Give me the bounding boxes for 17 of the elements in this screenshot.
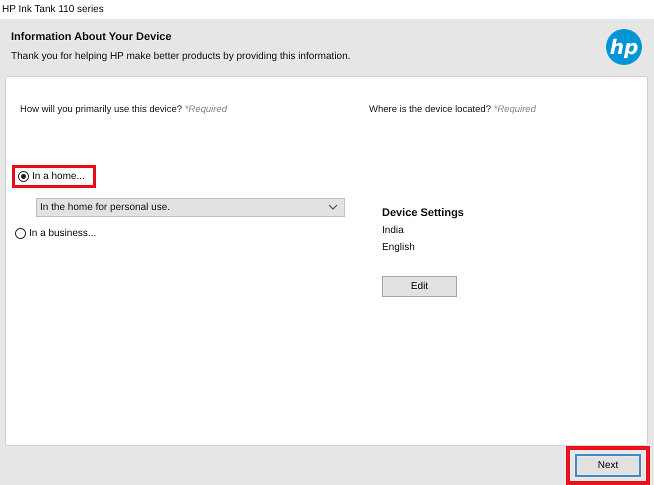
next-button[interactable]: Next (575, 454, 641, 477)
usage-dropdown[interactable]: In the home for personal use. (36, 198, 345, 217)
radio-option[interactable]: In a home... (18, 170, 85, 182)
setting-value: India (382, 224, 404, 236)
radio-button-icon[interactable] (15, 228, 26, 239)
radio-button-icon[interactable] (18, 170, 29, 182)
page-subtitle: Thank you for helping HP make better products by providing this information. (11, 51, 350, 62)
setting-value: English (382, 242, 415, 253)
radio-option[interactable]: In a business... (15, 228, 96, 239)
usage-question: How will you primarily use this device? *Required (20, 104, 228, 115)
settings-title: Device Settings (382, 206, 464, 219)
chevron-down-icon (328, 204, 338, 210)
window-title: HP Ink Tank 110 series (2, 4, 104, 16)
edit-button[interactable]: Edit (382, 276, 457, 297)
page-title: Information About Your Device (11, 31, 173, 44)
logo-icon: hp (606, 28, 642, 65)
location-question: Where is the device located? *Required (369, 104, 536, 115)
